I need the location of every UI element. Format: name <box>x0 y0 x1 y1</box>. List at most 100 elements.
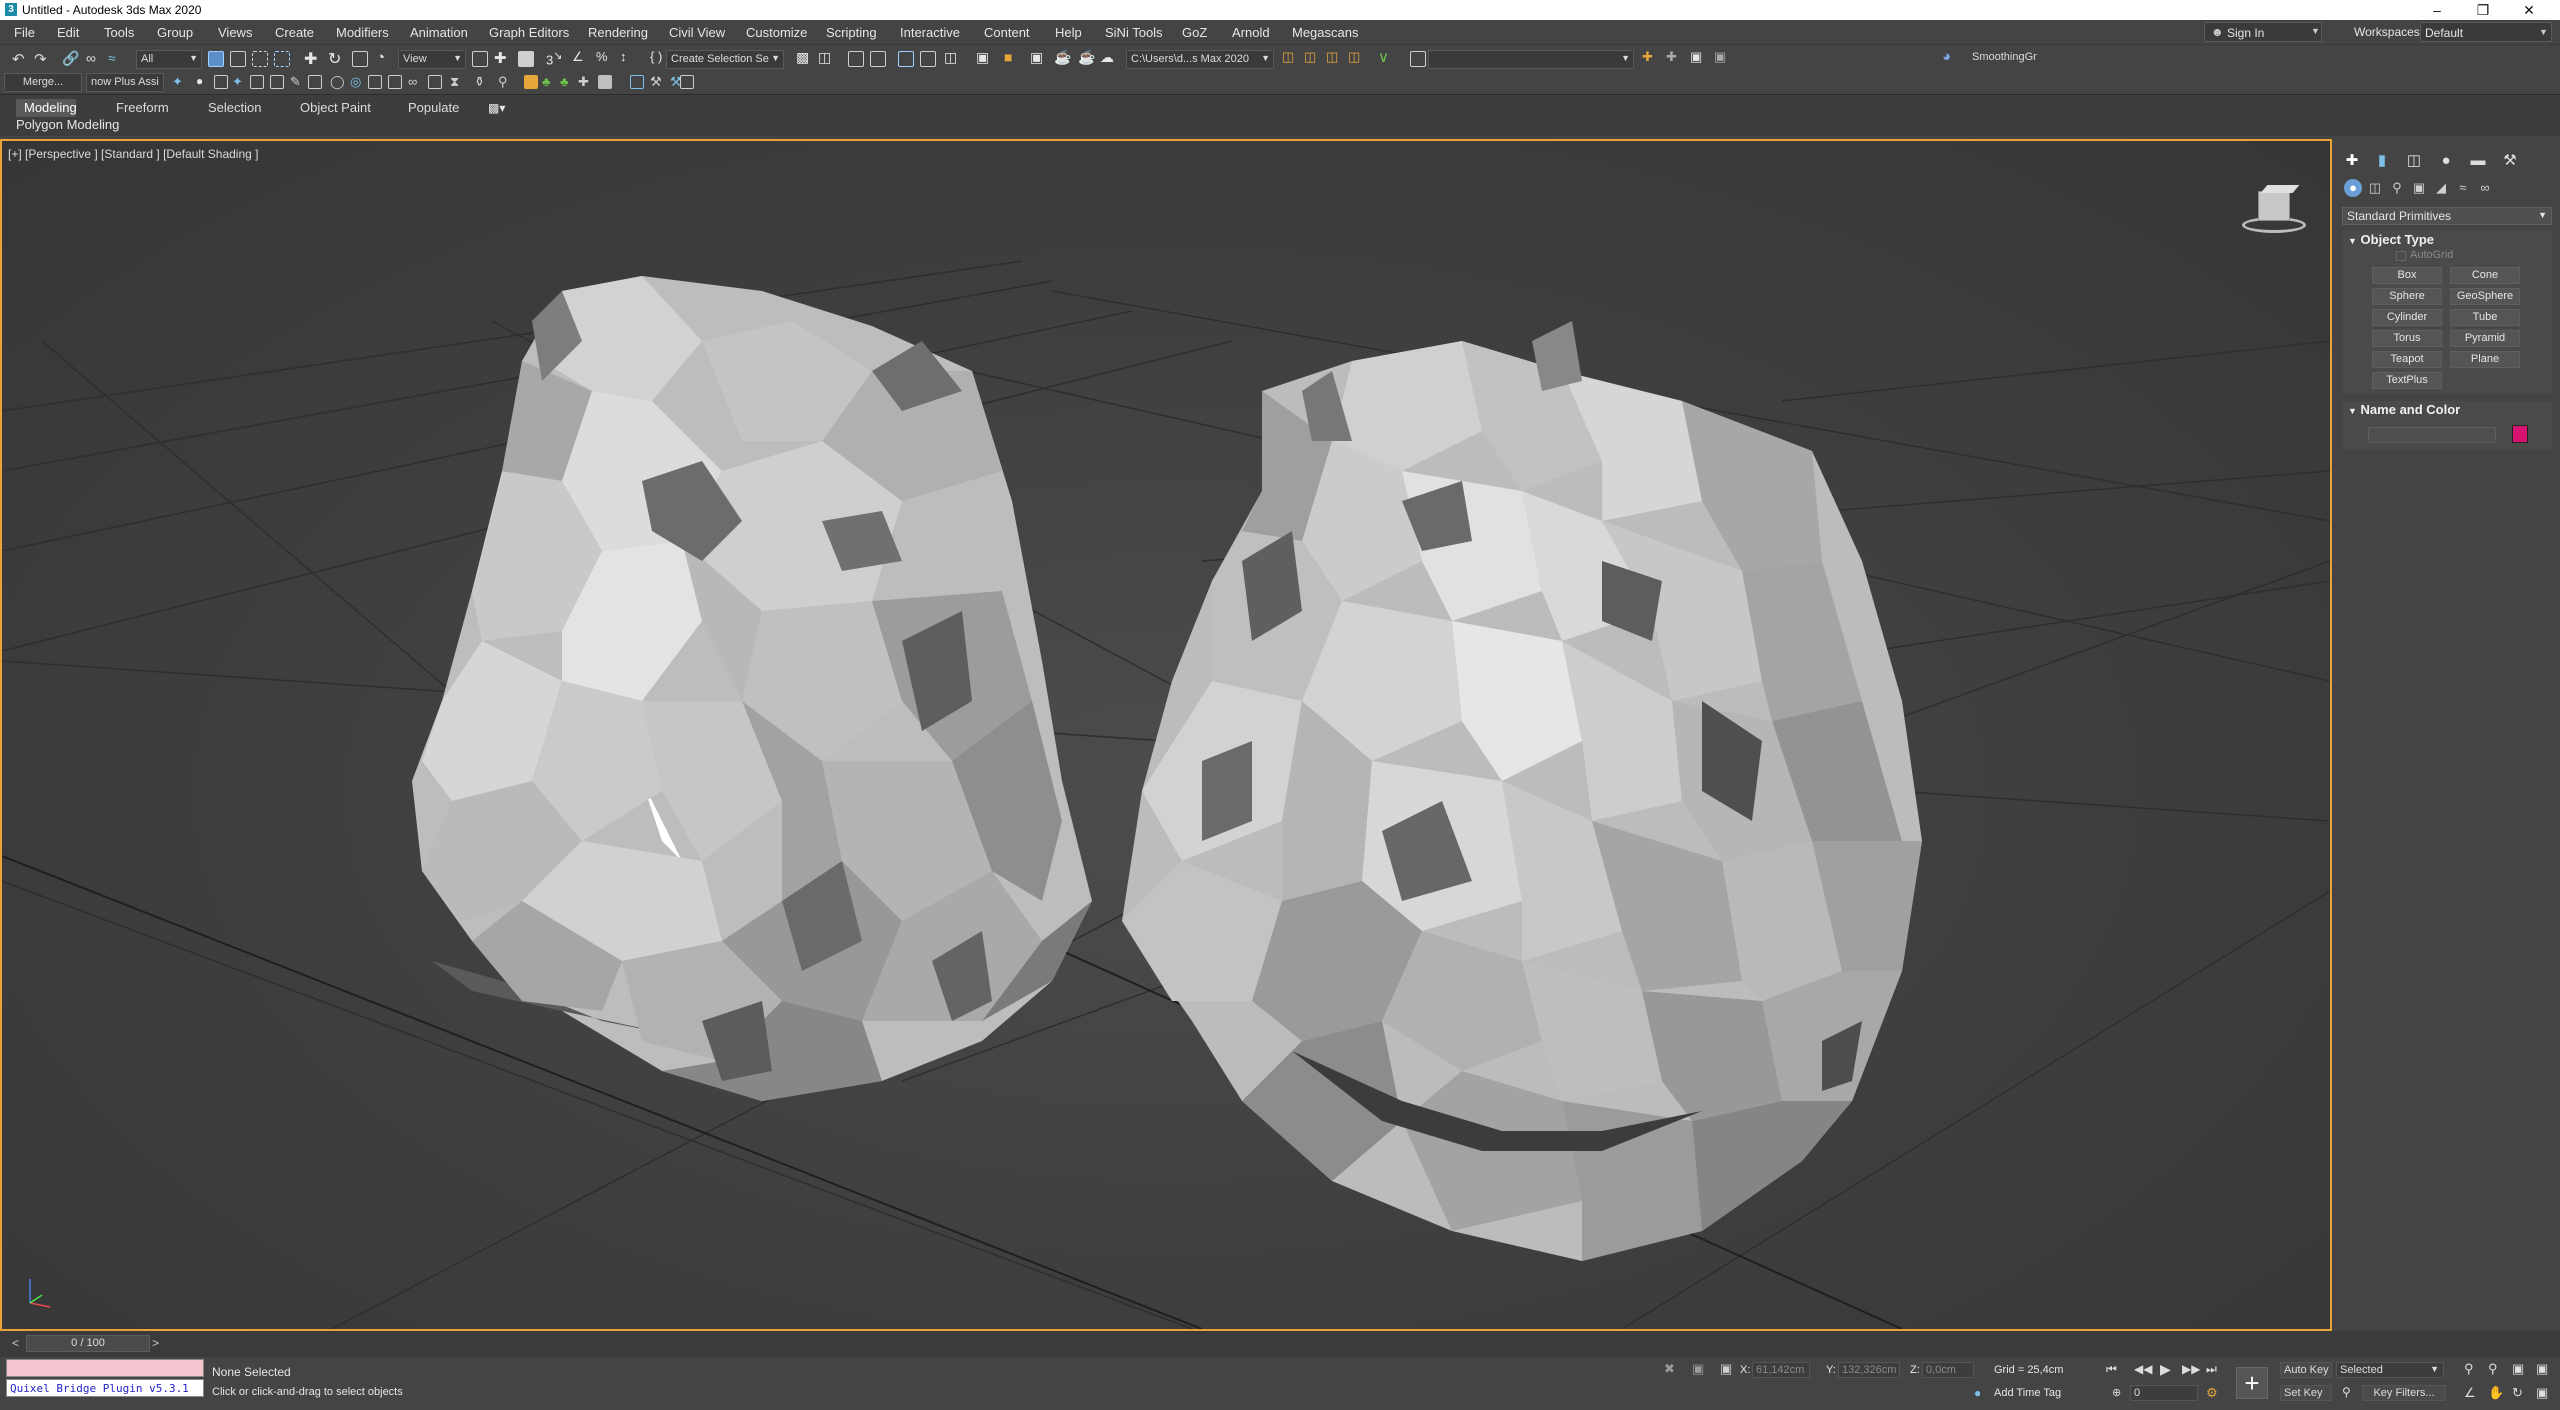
bind-space-warp-icon[interactable]: ≈ <box>108 50 116 66</box>
tube-button[interactable]: Tube <box>2450 309 2520 326</box>
undo-icon[interactable]: ↶ <box>12 50 25 68</box>
torus-button[interactable]: Torus <box>2372 330 2442 347</box>
render-production-icon[interactable]: ☕ <box>1054 49 1071 66</box>
smoothing-groups-label[interactable]: SmoothingGr <box>1972 51 2037 63</box>
collapse-icon[interactable]: ∨ <box>1378 48 1389 66</box>
layer-add-icon[interactable]: ✚ <box>1666 49 1677 65</box>
create-tab-icon[interactable]: ✚ <box>2342 151 2362 171</box>
toggle-layer-explorer-icon[interactable] <box>870 51 886 67</box>
minimize-button[interactable]: – <box>2414 0 2460 20</box>
curve-editor-icon[interactable] <box>920 51 936 67</box>
set-key-button[interactable]: Set Key <box>2280 1385 2332 1401</box>
maxscript-listener-top[interactable] <box>6 1359 204 1377</box>
angle-snap-icon[interactable]: ∠ <box>572 49 584 65</box>
orange-tool-icon[interactable] <box>524 75 538 89</box>
menu-rendering[interactable]: Rendering <box>588 25 648 40</box>
menu-edit[interactable]: Edit <box>57 25 79 40</box>
open-folder-icon[interactable]: ◫ <box>1282 49 1294 65</box>
utilities-tab-icon[interactable]: ⚒ <box>2500 151 2520 171</box>
menu-file[interactable]: File <box>14 25 35 40</box>
viewcube-box[interactable] <box>2258 191 2290 221</box>
hammer-tool-icon[interactable]: ⚒ <box>650 74 662 90</box>
link2-tool-icon[interactable]: ∞ <box>408 74 417 89</box>
object-name-input[interactable] <box>2368 427 2496 443</box>
motion-tab-icon[interactable]: ● <box>2436 151 2456 171</box>
lion-head-left[interactable] <box>412 276 1092 1101</box>
lion-head-right[interactable] <box>1122 321 1922 1261</box>
previous-key-icon[interactable]: ◀◀ <box>2134 1362 2152 1376</box>
next-frame-icon[interactable]: > <box>152 1336 159 1350</box>
time-tag-icon[interactable]: ● <box>1974 1386 1981 1400</box>
select-by-name-icon[interactable] <box>230 51 246 67</box>
scale-icon[interactable] <box>352 51 368 67</box>
view-tool-icon[interactable] <box>630 75 644 89</box>
edit-tool-icon[interactable] <box>308 75 322 89</box>
z-coordinate-field[interactable]: 0,0cm <box>1922 1362 1974 1378</box>
systems-icon[interactable]: ∞ <box>2476 179 2494 197</box>
menu-customize[interactable]: Customize <box>746 25 807 40</box>
leaf-tool-icon[interactable]: ♣ <box>560 74 569 89</box>
tree-tool-icon[interactable]: ♣ <box>542 74 551 89</box>
object-type-header[interactable]: ▼ Object Type <box>2342 231 2552 249</box>
align-tool-icon[interactable] <box>428 75 442 89</box>
move-icon[interactable]: ✚ <box>304 49 317 69</box>
menu-modifiers[interactable]: Modifiers <box>336 25 389 40</box>
menu-animation[interactable]: Animation <box>410 25 468 40</box>
geosphere-button[interactable]: GeoSphere <box>2450 288 2520 305</box>
box-tool-icon[interactable] <box>214 75 228 89</box>
go-to-end-icon[interactable]: ⏭ <box>2206 1362 2217 1377</box>
sphere-button[interactable]: Sphere <box>2372 288 2442 305</box>
box-button[interactable]: Box <box>2372 267 2442 284</box>
menu-tools[interactable]: Tools <box>104 25 134 40</box>
layer-dropdown[interactable]: ▼ <box>1428 50 1634 69</box>
align-icon[interactable]: ◫ <box>818 49 831 66</box>
window-crossing-icon[interactable] <box>274 51 290 67</box>
close-button[interactable]: ✕ <box>2506 0 2552 20</box>
rotate-icon[interactable]: ↻ <box>328 49 341 69</box>
place-icon[interactable]: ◔ <box>376 49 385 66</box>
hierarchy-tab-icon[interactable]: ◫ <box>2404 151 2424 171</box>
field-of-view-icon[interactable]: ∠ <box>2464 1385 2476 1401</box>
spinner-snap-icon[interactable]: ↕ <box>620 49 627 64</box>
menu-interactive[interactable]: Interactive <box>900 25 960 40</box>
rectangular-selection-icon[interactable] <box>252 51 268 67</box>
unlink-icon[interactable]: ∞ <box>86 50 96 66</box>
pin-icon[interactable]: ✚ <box>1642 49 1653 65</box>
select-manipulate-icon[interactable]: ✚ <box>494 49 507 67</box>
add-time-tag[interactable]: Add Time Tag <box>1994 1387 2061 1399</box>
modify-tab-icon[interactable]: ▮ <box>2372 151 2392 171</box>
menu-megascans[interactable]: Megascans <box>1292 25 1358 40</box>
menu-scripting[interactable]: Scripting <box>826 25 877 40</box>
x-coordinate-field[interactable]: 61,142cm <box>1752 1362 1810 1378</box>
gray-tool-icon[interactable] <box>598 75 612 89</box>
menu-goz[interactable]: GoZ <box>1182 25 1207 40</box>
absolute-mode-icon[interactable]: ▣ <box>1720 1361 1732 1377</box>
previous-frame-icon[interactable]: < <box>12 1336 19 1350</box>
viewcube[interactable] <box>2238 181 2310 237</box>
tab-object-paint[interactable]: Object Paint <box>292 99 379 117</box>
name-and-color-header[interactable]: ▼ Name and Color <box>2342 401 2552 419</box>
droplet-icon[interactable]: ✦ <box>172 74 183 90</box>
layer-select-icon[interactable]: ▣ <box>1690 49 1702 65</box>
bulb-tool-icon[interactable]: ⚲ <box>498 74 508 90</box>
cross-tool-icon[interactable]: ✚ <box>578 74 589 90</box>
layer-hide-icon[interactable]: ▣ <box>1714 49 1726 65</box>
isolate-icon[interactable]: ✖ <box>1664 1361 1675 1377</box>
render-setup-icon[interactable]: ■ <box>1004 49 1012 65</box>
current-frame-field[interactable]: 0 <box>2130 1385 2198 1401</box>
merge-button[interactable]: Merge... <box>4 73 82 92</box>
maxscript-listener-bottom[interactable]: Quixel Bridge Plugin v5.3.1 <box>6 1379 204 1397</box>
menu-graph-editors[interactable]: Graph Editors <box>489 25 569 40</box>
tab-populate[interactable]: Populate <box>400 99 467 117</box>
table-tool-icon[interactable] <box>250 75 264 89</box>
select-object-icon[interactable] <box>208 51 224 67</box>
menu-content[interactable]: Content <box>984 25 1030 40</box>
textplus-button[interactable]: TextPlus <box>2372 372 2442 389</box>
project-folder-dropdown[interactable]: C:\Users\d...s Max 2020 ▼ <box>1126 50 1274 69</box>
sphere-tool-icon[interactable]: ◎ <box>350 74 361 90</box>
zoom-extents-icon[interactable]: ▣ <box>2512 1361 2524 1377</box>
grid-tool-icon[interactable] <box>270 75 284 89</box>
grid2-tool-icon[interactable] <box>388 75 402 89</box>
material-editor-icon[interactable]: ▣ <box>976 49 989 66</box>
tab-modeling[interactable]: Modeling <box>16 99 77 117</box>
